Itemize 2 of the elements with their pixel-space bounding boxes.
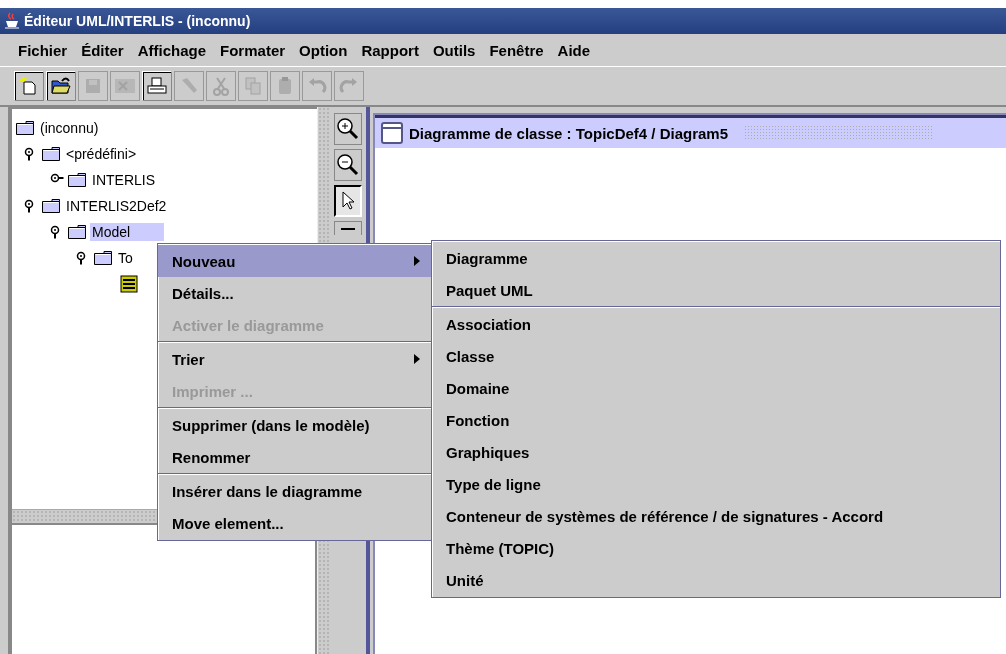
diagram-window-title: Diagramme de classe : TopicDef4 / Diagram5 xyxy=(409,124,728,142)
window-title: Éditeur UML/INTERLIS - (inconnu) xyxy=(24,13,251,29)
